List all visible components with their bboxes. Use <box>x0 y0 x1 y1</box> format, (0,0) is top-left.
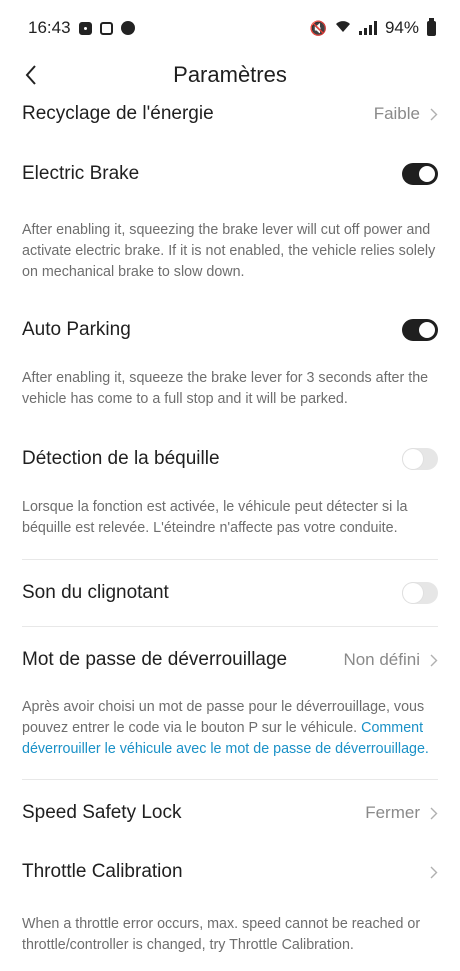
unlock-password-label: Mot de passe de déverrouillage <box>22 649 288 670</box>
app-notification-icon <box>120 21 135 35</box>
kickstand-detection-row: Détection de la béquille <box>22 437 438 481</box>
back-button[interactable] <box>16 58 46 92</box>
status-right: 🔇 94% <box>309 17 436 38</box>
energy-recycling-row[interactable]: Recyclage de l'énergie Faible <box>22 92 438 136</box>
signal-icon <box>358 21 377 35</box>
auto-parking-toggle[interactable] <box>402 319 438 341</box>
mute-icon: 🔇 <box>309 19 327 36</box>
auto-parking-row: Auto Parking <box>22 308 438 352</box>
throttle-calibration-row[interactable]: Throttle Calibration <box>22 846 438 898</box>
unlock-password-row[interactable]: Mot de passe de déverrouillage Non défin… <box>22 627 438 693</box>
throttle-calibration-description: When a throttle error occurs, max. speed… <box>22 916 421 953</box>
gallery-icon <box>99 21 113 35</box>
kickstand-detection-label: Détection de la béquille <box>22 448 220 469</box>
electric-brake-description: After enabling it, squeezing the brake l… <box>22 222 436 280</box>
chevron-right-icon <box>430 866 438 878</box>
electric-brake-toggle[interactable] <box>402 163 438 185</box>
auto-parking-description: After enabling it, squeeze the brake lev… <box>22 370 429 407</box>
wifi-icon <box>335 19 351 37</box>
energy-recycling-value-group: Faible <box>374 104 438 124</box>
throttle-calibration-label: Throttle Calibration <box>22 861 183 882</box>
speed-safety-lock-value-group: Fermer <box>365 803 438 823</box>
speed-safety-lock-label: Speed Safety Lock <box>22 802 182 823</box>
settings-list: Recyclage de l'énergie Faible Electric B… <box>0 92 460 956</box>
page-title: Paramètres <box>173 62 287 87</box>
electric-brake-row: Electric Brake <box>22 152 438 196</box>
energy-recycling-value: Faible <box>373 104 420 123</box>
toggle-knob <box>419 322 435 338</box>
turn-signal-sound-label: Son du clignotant <box>22 582 169 603</box>
status-left: 16:43 <box>28 18 135 38</box>
notification-icon <box>78 21 92 35</box>
chevron-right-icon <box>430 654 438 666</box>
speed-safety-lock-value: Fermer <box>365 803 420 822</box>
speed-safety-lock-row[interactable]: Speed Safety Lock Fermer <box>22 780 438 846</box>
chevron-right-icon <box>430 807 438 819</box>
unlock-password-value: Non défini <box>343 650 420 669</box>
electric-brake-label: Electric Brake <box>22 163 140 184</box>
kickstand-detection-description: Lorsque la fonction est activée, le véhi… <box>22 499 408 536</box>
throttle-calibration-value-group <box>430 866 438 879</box>
unlock-password-description: Après avoir choisi un mot de passe pour … <box>22 697 438 760</box>
status-time: 16:43 <box>28 18 71 37</box>
turn-signal-sound-row: Son du clignotant <box>22 560 438 626</box>
turn-signal-sound-toggle[interactable] <box>402 582 438 604</box>
energy-recycling-label: Recyclage de l'énergie <box>22 103 214 124</box>
kickstand-detection-toggle[interactable] <box>402 448 438 470</box>
status-bar: 16:43 🔇 94% <box>0 0 460 56</box>
battery-percent: 94% <box>384 18 419 37</box>
app-header: Paramètres <box>0 56 460 94</box>
unlock-password-value-group: Non défini <box>343 650 438 670</box>
toggle-knob <box>403 583 423 603</box>
chevron-right-icon <box>430 108 438 120</box>
chevron-left-icon <box>25 65 36 85</box>
battery-icon <box>427 17 436 36</box>
toggle-knob <box>419 166 435 182</box>
toggle-knob <box>403 449 423 469</box>
auto-parking-label: Auto Parking <box>22 319 131 340</box>
